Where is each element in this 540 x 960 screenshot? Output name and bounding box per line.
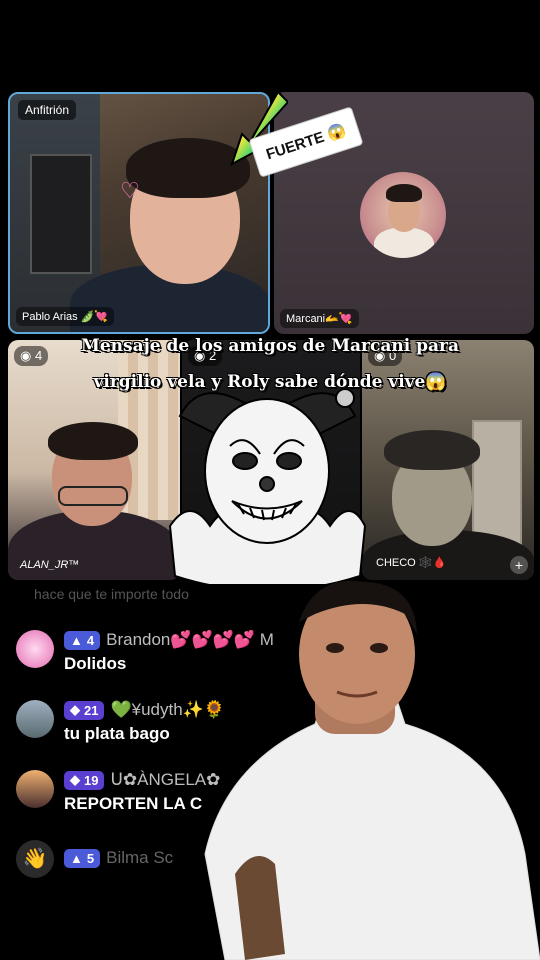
diamond-icon: ◆ [70, 702, 80, 717]
clown-sticker-icon [168, 388, 367, 592]
avatar [16, 770, 54, 808]
marcani-avatar-hair [386, 184, 422, 202]
alan-name: ALAN_JR™ [20, 559, 80, 571]
host-name: Pablo Arias 🫛💘 [16, 307, 115, 326]
comment-text: tu plata bago [64, 724, 170, 743]
glasses-icon [58, 486, 128, 506]
diamond-icon: ◆ [70, 772, 80, 787]
triangle-icon: ▲ [70, 850, 83, 866]
marcani-avatar [360, 172, 446, 258]
caption-line-1: Mensaje de los amigos de Marcani para [81, 336, 459, 356]
level-value: 21 [84, 702, 99, 718]
avatar [16, 700, 54, 738]
level-badge: ▲ 5 [64, 848, 101, 868]
comment-text: Dolidos [64, 654, 127, 673]
level-value: 5 [86, 850, 95, 866]
heart-icon: ♡ [120, 178, 140, 203]
level-badge: ▲ 4 [64, 630, 101, 650]
wave-hand-icon: 👋 [16, 840, 54, 878]
host-background-shelf [30, 154, 92, 274]
marcani-name: Marcani🫴💘 [280, 309, 359, 328]
checo-cap [384, 430, 480, 470]
level-value: 19 [84, 772, 99, 788]
level-badge: ◆ 21 [64, 700, 105, 720]
comment-header: ▲ 5 Bilma Sc [64, 848, 173, 868]
level-value: 4 [86, 632, 95, 648]
presenter-cutout [204, 580, 540, 960]
add-button[interactable]: + [510, 556, 528, 574]
triangle-icon: ▲ [70, 632, 83, 648]
alan-hair [48, 422, 138, 460]
marcani-avatar-shirt [374, 228, 434, 258]
checo-door [472, 420, 522, 550]
checo-name: CHECO 🕸️🩸 [376, 557, 447, 569]
avatar [16, 630, 54, 668]
host-badge: Anfitrión [18, 100, 77, 120]
level-badge: ◆ 19 [64, 770, 105, 790]
username: Bilma Sc [106, 848, 174, 867]
